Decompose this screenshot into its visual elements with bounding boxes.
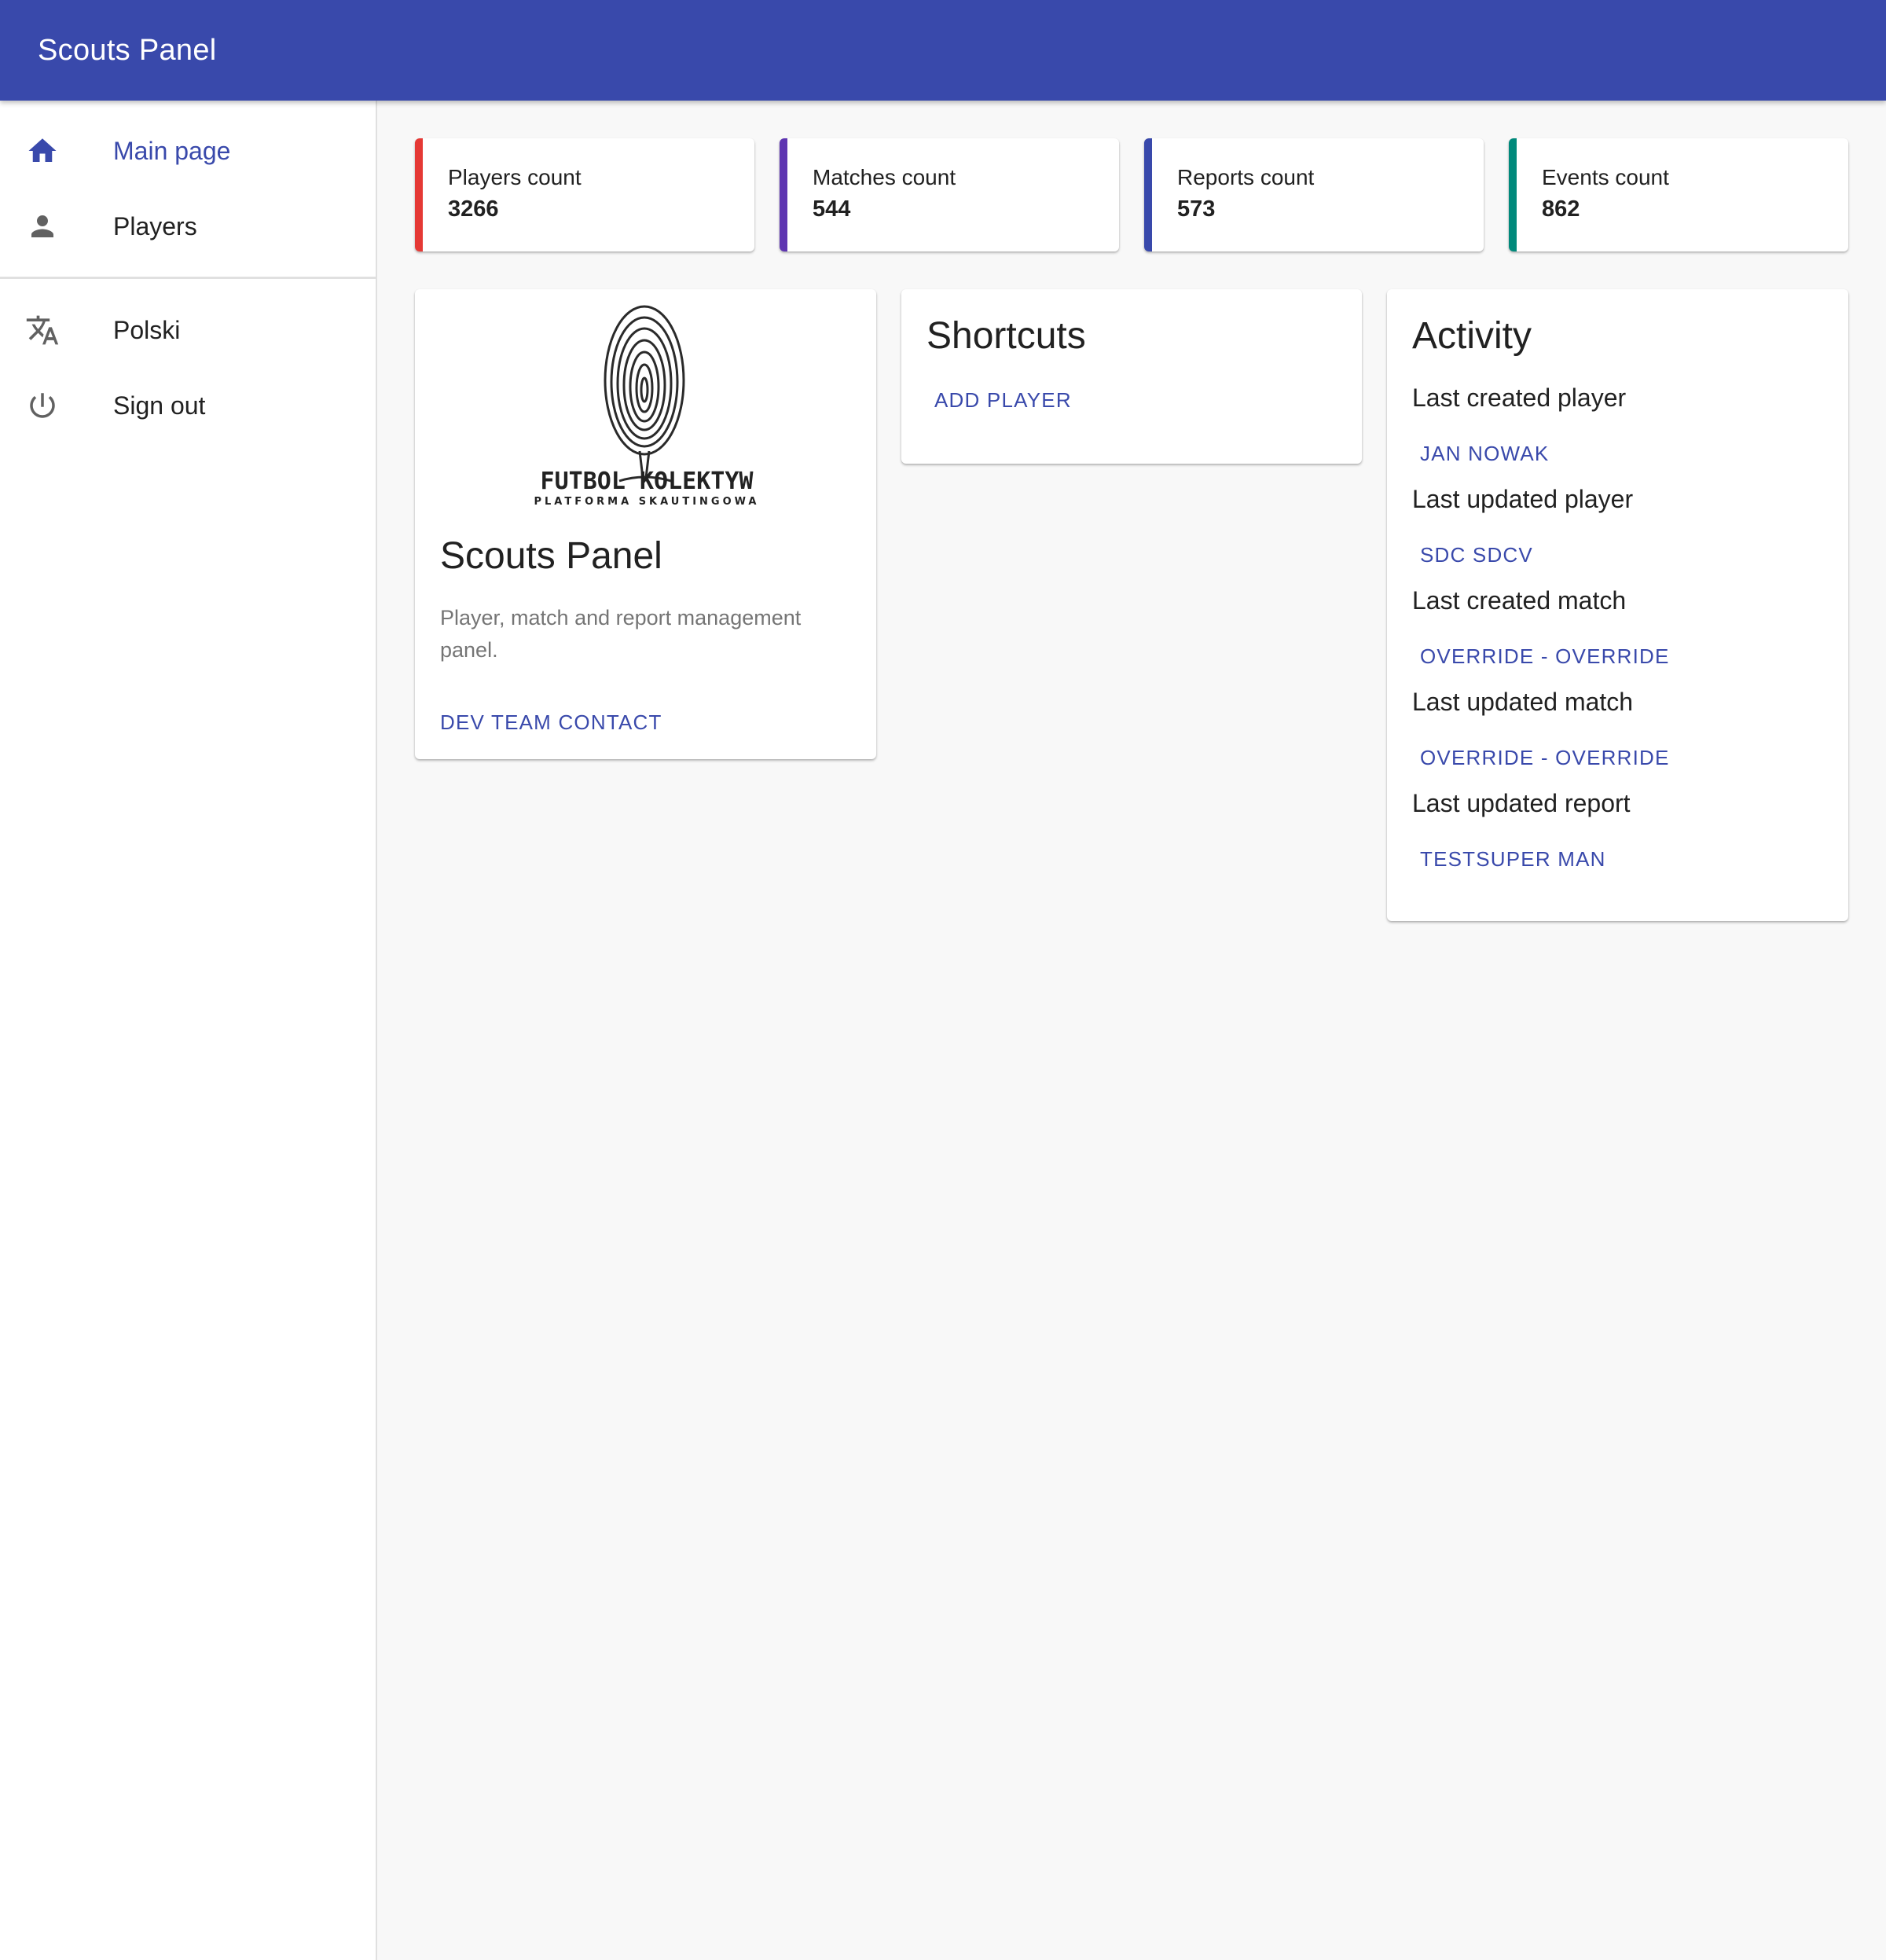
dev-team-contact-button[interactable]: DEV TEAM CONTACT	[434, 707, 669, 738]
add-player-button[interactable]: ADD PLAYER	[928, 385, 1078, 416]
stat-value: 3266	[448, 196, 499, 222]
last-updated-report-link[interactable]: TESTSUPER MAN	[1414, 844, 1613, 875]
stat-label: Players count	[448, 165, 582, 189]
reports-count-card: Reports count 573	[1144, 138, 1484, 251]
activity-label: Last updated player	[1412, 485, 1634, 513]
sidebar-divider	[0, 277, 376, 279]
stat-value: 573	[1177, 196, 1216, 222]
stat-label: Reports count	[1177, 165, 1315, 189]
app-bar: Scouts Panel	[0, 0, 1886, 101]
sidebar: Main page Players Polski Sign out	[0, 101, 377, 1960]
last-updated-player-link[interactable]: SDC SDCV	[1414, 540, 1539, 571]
card-accent	[1144, 138, 1152, 251]
about-description: Player, match and report management pane…	[440, 606, 802, 662]
activity-label: Last updated report	[1412, 789, 1631, 817]
sidebar-item-label: Players	[113, 211, 197, 240]
last-created-player-link[interactable]: JAN NOWAK	[1414, 439, 1555, 469]
shortcuts-card: Shortcuts ADD PLAYER	[901, 289, 1362, 464]
activity-label: Last created player	[1412, 384, 1627, 412]
stat-value: 544	[813, 196, 851, 222]
sidebar-item-main-page[interactable]: Main page	[0, 113, 376, 189]
sidebar-item-label: Sign out	[113, 391, 206, 420]
stat-label: Events count	[1542, 165, 1669, 189]
about-title: Scouts Panel	[440, 535, 662, 577]
svg-text:FUTBOL KOLEKTYW: FUTBOL KOLEKTYW	[541, 468, 754, 495]
sidebar-item-players[interactable]: Players	[0, 189, 376, 264]
power-icon	[24, 387, 61, 424]
about-card: FUTBOL KOLEKTYW PLATFORMA SKAUTINGOWA Sc…	[415, 289, 876, 759]
fingerprint-logo-icon: FUTBOL KOLEKTYW PLATFORMA SKAUTINGOWA	[534, 305, 760, 508]
translate-icon	[24, 311, 61, 349]
events-count-card: Events count 862	[1509, 138, 1848, 251]
sidebar-item-label: Main page	[113, 136, 231, 165]
card-accent	[780, 138, 787, 251]
last-created-match-link[interactable]: OVERRIDE - OVERRIDE	[1414, 641, 1676, 672]
matches-count-card: Matches count 544	[780, 138, 1119, 251]
home-icon	[24, 132, 61, 170]
stat-value: 862	[1542, 196, 1580, 222]
last-updated-match-link[interactable]: OVERRIDE - OVERRIDE	[1414, 743, 1676, 773]
sidebar-item-sign-out[interactable]: Sign out	[0, 368, 376, 443]
app-title: Scouts Panel	[38, 33, 217, 67]
shortcuts-title: Shortcuts	[926, 315, 1086, 357]
players-count-card: Players count 3266	[415, 138, 754, 251]
activity-label: Last created match	[1412, 586, 1627, 615]
stat-label: Matches count	[813, 165, 956, 189]
activity-card: Activity Last created player JAN NOWAK L…	[1387, 289, 1848, 921]
card-accent	[1509, 138, 1517, 251]
logo: FUTBOL KOLEKTYW PLATFORMA SKAUTINGOWA	[525, 295, 769, 508]
person-icon	[24, 207, 61, 245]
activity-title: Activity	[1412, 315, 1532, 357]
card-accent	[415, 138, 423, 251]
sidebar-item-label: Polski	[113, 315, 181, 344]
sidebar-item-language[interactable]: Polski	[0, 292, 376, 368]
svg-text:PLATFORMA SKAUTINGOWA: PLATFORMA SKAUTINGOWA	[534, 496, 760, 508]
activity-label: Last updated match	[1412, 688, 1634, 716]
